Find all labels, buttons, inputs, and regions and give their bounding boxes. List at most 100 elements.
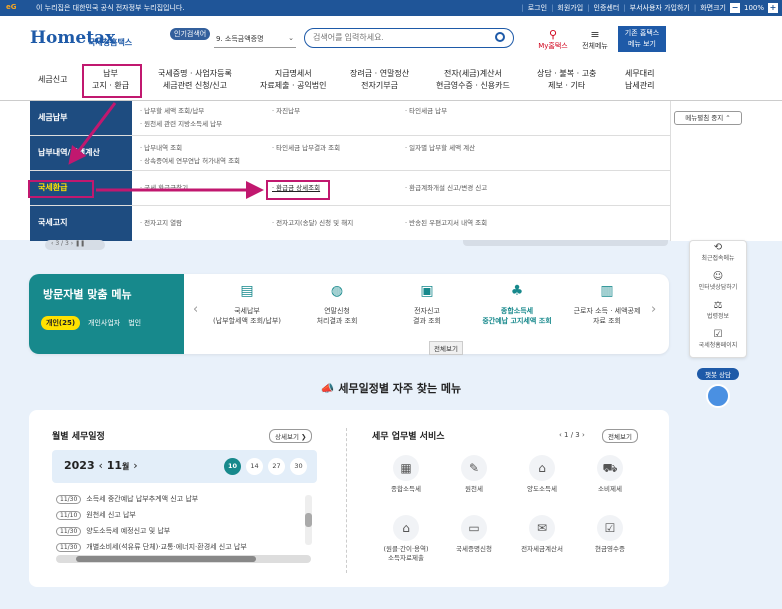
month-selector: 2023 ‹ 11월 › 10 14 27 30	[52, 450, 317, 483]
people-icon: ☺	[712, 271, 724, 282]
service-transfer-tax[interactable]: ⌂ 양도소득세	[507, 455, 577, 494]
panel-divider	[346, 428, 347, 573]
nav-payment-statements[interactable]: 지급명세서 자료제출 · 공익법인	[260, 68, 327, 92]
banner-edge	[463, 240, 668, 246]
service-e-invoice[interactable]: ✉ 전자세금계산서	[507, 515, 577, 554]
all-menu-button[interactable]: ≡ 전체메뉴	[576, 28, 614, 51]
category-notice[interactable]: 국세고지	[30, 206, 132, 241]
category-tax-payment[interactable]: 세금납부	[30, 101, 132, 136]
link-e-notice-view[interactable]: · 전자고지 열람	[140, 217, 182, 230]
link-others-tax-payment[interactable]: · 타인세금 납부	[405, 105, 447, 118]
list-item[interactable]: 11/30 양도소득세 예정신고 및 납부	[56, 523, 311, 539]
chevron-right-icon[interactable]: ›	[582, 431, 585, 439]
day-chip[interactable]: 27	[268, 458, 285, 475]
egov-logo: eG	[6, 3, 17, 11]
nav-e-invoice[interactable]: 전자(세금)계산서 현금영수증 · 신용카드	[436, 68, 510, 92]
header: Hometax 국세청홈택스 인기검색어 9. 소득금액증명 ⌄ ⚲ My홈택스…	[0, 16, 782, 100]
slide-next-icon[interactable]: ›	[71, 240, 73, 247]
link-payment-history[interactable]: · 납부내역 조회	[140, 142, 182, 155]
pause-icon[interactable]: ❚❚	[75, 240, 85, 247]
tab-sole-proprietor[interactable]: 개인사업자	[88, 318, 120, 328]
day-chip[interactable]: 14	[246, 458, 263, 475]
cert-center-link[interactable]: 인증센터	[594, 3, 620, 13]
service-consumption-tax[interactable]: ⛟ 소비제세	[575, 455, 645, 494]
chevron-left-icon[interactable]: ‹	[193, 302, 198, 317]
nav-tax-filing[interactable]: 세금신고	[38, 74, 67, 86]
service-income-data[interactable]: ⌂ (원클·간이·용역) 소득자료제출	[371, 515, 441, 563]
menu-row-tax-payment: 세금납부 · 납부할 세액 조회/납부 · 원천세 관련 지방소득세 납부 · …	[30, 101, 670, 136]
invoice-icon: ✉	[529, 515, 555, 541]
link-installment-history[interactable]: · 상속증여세 연부연납 허가내역 조회	[140, 155, 240, 168]
join-link[interactable]: 회원가입	[557, 3, 583, 13]
link-refund-account[interactable]: · 환급계좌개설 신고/변경 신고	[405, 182, 487, 195]
visitor-menu-title: 방문자별 맞춤 메뉴	[43, 288, 132, 301]
quick-online-consult[interactable]: ☺ 인터넷상담하기	[690, 270, 746, 299]
visitor-item-e-filing[interactable]: ▣ 전자신고 결과 조회	[382, 284, 472, 326]
banner-slider-control[interactable]: ‹ 3 / 3 › ❚❚	[45, 240, 105, 250]
person-icon: ⚲	[548, 28, 558, 41]
link-e-notice-apply[interactable]: · 전자고지(송달) 신청 및 해지	[272, 217, 353, 230]
visitor-menu-panel: 방문자별 맞춤 메뉴 개인(25) 개인사업자 법인 ‹ › ▤ 국세납부 (납부할…	[29, 274, 669, 355]
chevron-left-icon[interactable]: ‹	[559, 431, 562, 439]
day-chip[interactable]: 30	[290, 458, 307, 475]
quick-law-info[interactable]: ⚖ 법령정보	[690, 299, 746, 328]
nav-certificates[interactable]: 국세증명 · 사업자등록 세금관련 신청/신고	[158, 68, 232, 92]
main-content: ‹ 3 / 3 › ❚❚ 방문자별 맞춤 메뉴 개인(25) 개인사업자 법인 …	[0, 240, 782, 609]
link-find-refund[interactable]: · 국세 환급금찾기	[140, 182, 188, 195]
link-local-income-tax[interactable]: · 원천세 관련 지방소득세 납부	[140, 118, 222, 131]
visitor-item-tax-payment[interactable]: ▤ 국세납부 (납부할세액 조회/납부)	[202, 284, 292, 326]
stop-menu-expand-button[interactable]: 메뉴펼침 중지 ⌃	[674, 111, 742, 125]
link-daily-tax-calc[interactable]: · 일자별 납부할 세액 계산	[405, 142, 475, 155]
visitor-item-income-tax[interactable]: ♣ 종합소득세 중간예납 고지세액 조회	[472, 284, 562, 326]
highlight-box-refund-detail	[266, 180, 330, 200]
day-chip[interactable]: 10	[224, 458, 241, 475]
hometax-logo[interactable]: Hometax 국세청홈택스	[30, 28, 140, 58]
schedule-vertical-scrollbar[interactable]	[305, 495, 312, 545]
classic-hometax-button[interactable]: 기존 홈택스 메뉴 보기	[618, 26, 666, 52]
link-payable-tax[interactable]: · 납부할 세액 조회/납부	[140, 105, 204, 118]
link-returned-notice[interactable]: · 반송된 우편고지서 내역 조회	[405, 217, 487, 230]
nav-tax-agent[interactable]: 세무대리 납세관리	[625, 68, 654, 92]
visitor-item-deduction[interactable]: ▥ 근로자 소득 · 세액공제 자료 조회	[562, 283, 652, 326]
link-self-payment[interactable]: · 자진납부	[272, 105, 300, 118]
search-input[interactable]	[313, 33, 483, 42]
zoom-out-button[interactable]: −	[729, 3, 740, 13]
service-cash-receipt[interactable]: ☑ 현금영수증	[575, 515, 645, 554]
month-prev-icon[interactable]: ‹	[98, 459, 102, 472]
megaphone-icon: 📣	[320, 382, 339, 395]
section-title: 📣 세무일정별 자주 찾는 메뉴	[320, 382, 462, 395]
schedule-detail-button[interactable]: 상세보기 ❯	[269, 429, 313, 443]
quick-nts-homepage[interactable]: ☑ 국세청홈페이지	[690, 328, 746, 357]
tab-individual[interactable]: 개인(25)	[41, 316, 81, 330]
category-payment-history[interactable]: 납부내역/세액계산	[30, 136, 132, 171]
nav-consulting[interactable]: 상담 · 불복 · 고충 제보 · 기타	[537, 68, 596, 92]
nav-incentives[interactable]: 장려금 · 연말정산 전자기부금	[350, 68, 409, 92]
service-certificate[interactable]: ▭ 국세증명신청	[439, 515, 509, 554]
zoom-in-button[interactable]: +	[768, 3, 778, 13]
visitor-view-all-button[interactable]: 전체보기	[429, 341, 463, 355]
login-link[interactable]: 로그인	[528, 3, 547, 13]
menu-row-payment-history: 납부내역/세액계산 · 납부내역 조회 · 상속증여세 연부연납 허가내역 조회…	[30, 136, 670, 171]
highlight-box-nav	[82, 64, 142, 98]
quick-recent[interactable]: ⟲ 최근접속메뉴	[690, 241, 746, 270]
list-item[interactable]: 11/10 원천세 신고 납부	[56, 507, 311, 523]
visitor-item-year-end[interactable]: ◍ 연말신청 처리결과 조회	[292, 284, 382, 326]
list-item[interactable]: 11/30 개별소비세(석유류 단체)·교통·에너지·환경세 신고 납부	[56, 539, 311, 555]
list-item[interactable]: 11/30 소득세 중간예납 납부추계액 신고 납부	[56, 491, 311, 507]
gov-notice-text: 이 누리집은 대한민국 공식 전자정부 누리집입니다.	[36, 4, 185, 12]
gov-notice-bar: eG 이 누리집은 대한민국 공식 전자정부 누리집입니다. | 로그인 | 회원…	[0, 0, 782, 16]
schedule-horizontal-scrollbar[interactable]	[56, 555, 311, 563]
link-others-payment-result[interactable]: · 타인세금 납부결과 조회	[272, 142, 340, 155]
slide-prev-icon[interactable]: ‹	[51, 240, 53, 247]
print-icon: ▥	[600, 283, 614, 299]
service-income-tax[interactable]: ▦ 종합소득세	[371, 455, 441, 494]
tab-corporation[interactable]: 법인	[128, 318, 141, 328]
services-all-button[interactable]: 전체보기	[602, 429, 638, 443]
popular-search-select[interactable]: 9. 소득금액증명 ⌄	[214, 34, 296, 48]
service-withholding[interactable]: ✎ 원천세	[439, 455, 509, 494]
search-icon[interactable]	[495, 32, 505, 42]
dept-user-join-link[interactable]: 부서사용자 가입하기	[630, 3, 690, 13]
my-hometax-button[interactable]: ⚲ My홈택스	[534, 28, 572, 51]
receipt-icon: ☑	[597, 515, 623, 541]
month-next-icon[interactable]: ›	[133, 459, 137, 472]
